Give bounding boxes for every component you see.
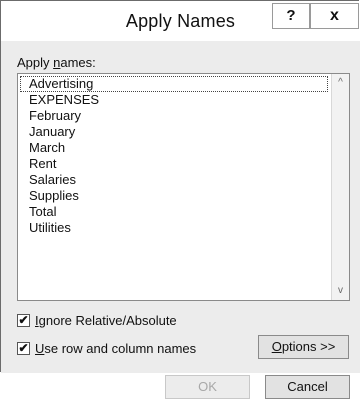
cancel-button[interactable]: Cancel [265, 375, 350, 399]
use-row-column-label[interactable]: Use row and column names [35, 341, 196, 356]
apply-names-label: Apply names: [17, 55, 96, 70]
list-item[interactable]: February [18, 108, 330, 124]
title-bar: Apply Names ? x [1, 1, 360, 41]
options-button[interactable]: Options >> [258, 335, 349, 359]
close-button[interactable]: x [310, 3, 359, 29]
ignore-relative-checkbox[interactable]: ✔ [17, 314, 30, 327]
list-item[interactable]: January [18, 124, 330, 140]
names-listbox[interactable]: Advertising EXPENSES February January Ma… [17, 73, 350, 301]
list-item[interactable]: Utilities [18, 220, 330, 236]
list-item[interactable]: Advertising [20, 76, 328, 92]
chevron-down-icon[interactable]: v [332, 282, 349, 300]
list-item[interactable]: Rent [18, 156, 330, 172]
list-item[interactable]: EXPENSES [18, 92, 330, 108]
vertical-scrollbar[interactable]: ^ v [331, 74, 349, 300]
ok-button[interactable]: OK [165, 375, 250, 399]
names-list: Advertising EXPENSES February January Ma… [18, 76, 330, 236]
chevron-up-icon[interactable]: ^ [332, 74, 349, 92]
ignore-relative-label[interactable]: Ignore Relative/Absolute [35, 313, 177, 328]
help-button[interactable]: ? [272, 3, 310, 29]
apply-names-dialog: Apply Names ? x Apply names: Advertising… [0, 0, 360, 399]
dialog-content: Apply names: Advertising EXPENSES Februa… [1, 41, 360, 399]
list-item[interactable]: Salaries [18, 172, 330, 188]
list-item[interactable]: March [18, 140, 330, 156]
list-item[interactable]: Supplies [18, 188, 330, 204]
list-item[interactable]: Total [18, 204, 330, 220]
use-row-column-checkbox[interactable]: ✔ [17, 342, 30, 355]
